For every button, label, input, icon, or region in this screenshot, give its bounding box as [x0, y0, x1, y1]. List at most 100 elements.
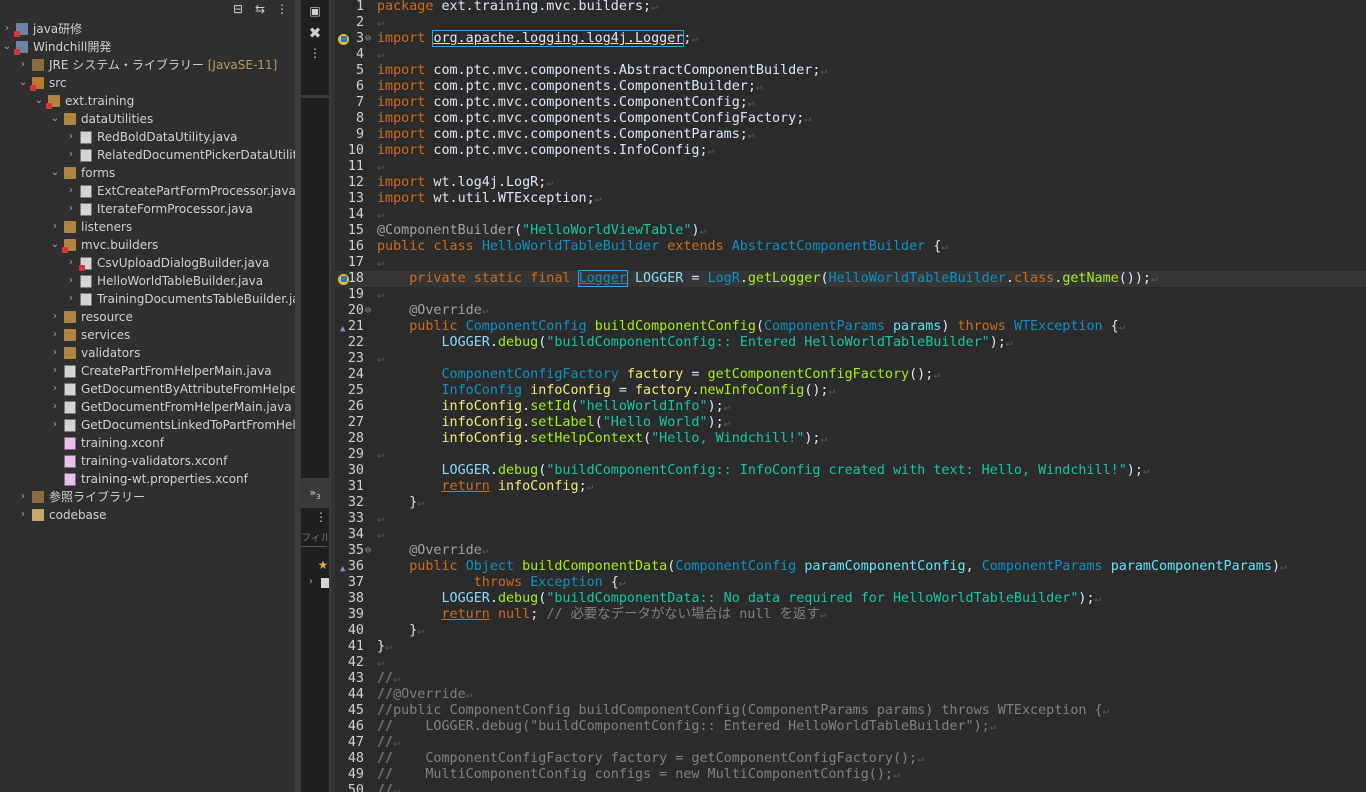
- chevron-right-icon[interactable]: ›: [18, 56, 28, 74]
- side-view-menu-icon[interactable]: ⋮: [299, 46, 331, 60]
- tree-item[interactable]: › IterateFormProcessor.java: [0, 200, 295, 218]
- chevron-right-icon[interactable]: ›: [66, 272, 76, 290]
- line-end-icon: ↵: [723, 416, 731, 429]
- view-menu-icon[interactable]: ⋮: [273, 0, 291, 18]
- chevron-right-icon[interactable]: ›: [66, 128, 76, 146]
- code-text: ↵: [377, 655, 384, 671]
- tree-item[interactable]: › TrainingDocumentsTableBuilder.java: [0, 290, 295, 308]
- tree-item[interactable]: ⌄ dataUtilities: [0, 110, 295, 128]
- tree-item-label: java研修: [33, 22, 83, 36]
- code-token: //@Override: [377, 687, 466, 702]
- chevron-right-icon[interactable]: ›: [66, 182, 76, 200]
- tree-item[interactable]: › GetDocumentFromHelperMain.java: [0, 398, 295, 416]
- code-token: //: [377, 783, 394, 792]
- tree-item[interactable]: › codebase: [0, 506, 295, 524]
- chevron-down-icon[interactable]: ⌄: [50, 164, 60, 182]
- chevron-right-icon[interactable]: ›: [50, 218, 60, 236]
- tree-item[interactable]: › GetDocumentByAttributeFromHelperMain.ja…: [0, 380, 295, 398]
- chevron-down-icon[interactable]: ⌄: [18, 74, 28, 92]
- view-overflow-button[interactable]: »3: [299, 486, 331, 501]
- chevron-right-icon[interactable]: ›: [66, 254, 76, 272]
- tools-icon[interactable]: ✖: [299, 24, 331, 42]
- tree-item[interactable]: › ExtCreatePartFormProcessor.java: [0, 182, 295, 200]
- line-number: 19: [347, 287, 364, 302]
- chevron-right-icon[interactable]: ›: [66, 200, 76, 218]
- line-number: 43: [347, 671, 364, 686]
- chevron-down-icon[interactable]: ⌄: [50, 236, 60, 254]
- line-end-icon: ↵: [933, 368, 940, 381]
- tree-item[interactable]: ⌄ mvc.builders: [0, 236, 295, 254]
- tree-item[interactable]: › CsvUploadDialogBuilder.java: [0, 254, 295, 272]
- code-token: infoConfig: [441, 399, 523, 414]
- tree-item[interactable]: training-validators.xconf: [0, 452, 295, 470]
- chevron-right-icon[interactable]: ›: [18, 506, 28, 524]
- tree-item[interactable]: › RelatedDocumentPickerDataUtility.java: [0, 146, 295, 164]
- tree-item[interactable]: › GetDocumentsLinkedToPartFromHelperMain.…: [0, 416, 295, 434]
- tree-item[interactable]: › listeners: [0, 218, 295, 236]
- tree-item-label: 参照ライブラリー: [49, 490, 146, 504]
- tree-item[interactable]: ⌄ src: [0, 74, 295, 92]
- chevron-right-icon[interactable]: ›: [50, 380, 60, 398]
- chevron-right-icon[interactable]: ›: [50, 416, 60, 434]
- chevron-down-icon[interactable]: ⌄: [2, 38, 12, 56]
- code-text: import com.ptc.mvc.components.AbstractCo…: [377, 63, 827, 79]
- line-end-icon: ↵: [393, 672, 400, 685]
- code-token: //: [377, 735, 394, 750]
- code-token: HelloWorldTableBuilder: [481, 239, 660, 254]
- fold-toggle-icon[interactable]: ⊖: [365, 543, 371, 559]
- chevron-right-icon[interactable]: ›: [18, 488, 28, 506]
- line-number: 17: [347, 255, 364, 270]
- tree-item[interactable]: › validators: [0, 344, 295, 362]
- chevron-down-icon[interactable]: ⌄: [34, 92, 44, 110]
- chevron-right-icon[interactable]: ›: [50, 362, 60, 380]
- tree-item[interactable]: › 参照ライブラリー: [0, 488, 295, 506]
- code-text: ↵: [377, 351, 384, 367]
- code-token: .: [691, 383, 700, 398]
- restore-view-icon[interactable]: ▣: [299, 4, 331, 18]
- tree-item[interactable]: › services: [0, 326, 295, 344]
- code-editor[interactable]: 1 package ext.training.mvc.builders;↵ 2 ↵ 3 ⊖…: [335, 0, 1366, 792]
- code-token: "buildComponentConfig:: InfoConfig creat…: [546, 463, 1127, 478]
- code-token: com.ptc.mvc.components.ComponentBuilder;: [425, 79, 756, 94]
- outline-filter-input[interactable]: [301, 530, 327, 547]
- chevron-right-icon[interactable]: ›: [50, 326, 60, 344]
- chevron-right-icon[interactable]: ›: [50, 308, 60, 326]
- tree-item[interactable]: training.xconf: [0, 434, 295, 452]
- line-number: 48: [347, 751, 364, 766]
- tree-item[interactable]: training-wt.properties.xconf: [0, 470, 295, 488]
- tree-item[interactable]: › RedBoldDataUtility.java: [0, 128, 295, 146]
- chevron-right-icon[interactable]: ›: [2, 20, 12, 38]
- code-token: LOGGER: [441, 463, 490, 478]
- fold-toggle-icon[interactable]: ⊖: [365, 31, 371, 47]
- line-number: 9: [355, 127, 364, 142]
- line-end-icon: ↵: [465, 688, 473, 701]
- code-text: import com.ptc.mvc.components.ComponentC…: [377, 111, 811, 127]
- code-line: 22 LOGGER.debug("buildComponentConfig:: …: [335, 335, 1366, 351]
- tree-item[interactable]: › java研修: [0, 20, 295, 38]
- xconf-file-icon: [64, 455, 76, 468]
- tree-item[interactable]: › CreatePartFromHelperMain.java: [0, 362, 295, 380]
- tree-item[interactable]: ⌄ Windchill開発: [0, 38, 295, 56]
- chevron-right-icon[interactable]: ›: [50, 344, 60, 362]
- link-editor-icon[interactable]: ⇆: [251, 0, 269, 18]
- chevron-down-icon[interactable]: ⌄: [50, 110, 60, 128]
- tree-item[interactable]: ⌄ ext.training: [0, 92, 295, 110]
- tree-item[interactable]: ⌄ forms: [0, 164, 295, 182]
- code-line: 43 //↵: [335, 671, 1366, 687]
- code-token: ): [691, 223, 700, 238]
- code-token: );: [707, 415, 724, 430]
- chevron-right-icon[interactable]: ›: [66, 146, 76, 164]
- code-token: );: [1078, 591, 1095, 606]
- chevron-right-icon[interactable]: ›: [66, 290, 76, 308]
- tree-item-label: IterateFormProcessor.java: [97, 202, 253, 216]
- tree-item[interactable]: › HelloWorldTableBuilder.java: [0, 272, 295, 290]
- code-line: 45 //public ComponentConfig buildComponen…: [335, 703, 1366, 719]
- tree-item[interactable]: › JRE システム・ライブラリー [JavaSE-11]: [0, 56, 295, 74]
- tree-item[interactable]: › resource: [0, 308, 295, 326]
- collapse-all-icon[interactable]: ⊟: [229, 0, 247, 18]
- fold-toggle-icon[interactable]: ⊖: [365, 303, 371, 319]
- chevron-right-icon[interactable]: ›: [50, 398, 60, 416]
